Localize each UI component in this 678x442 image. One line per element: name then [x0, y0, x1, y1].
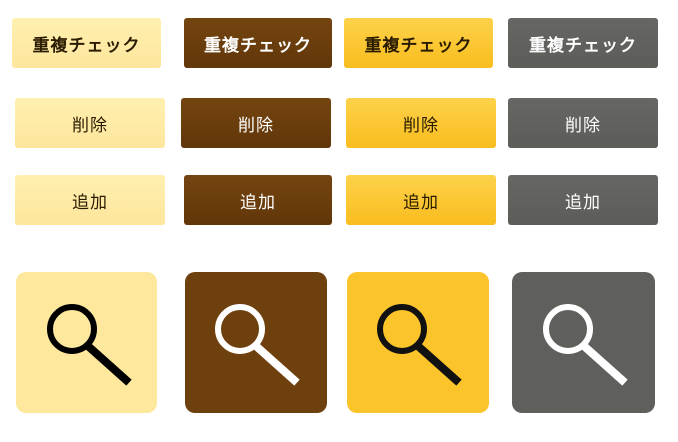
search-icon [543, 304, 628, 386]
delete-button-amber[interactable]: 削除 [346, 98, 496, 148]
search-icon [377, 304, 462, 386]
duplicate-check-button-amber[interactable]: 重複チェック [344, 18, 493, 68]
delete-button-gray[interactable]: 削除 [508, 98, 658, 148]
search-button-brown[interactable] [185, 272, 327, 413]
button-palette: 重複チェック 重複チェック 重複チェック 重複チェック 削除 削除 削除 削除 … [0, 0, 678, 442]
add-button-pale[interactable]: 追加 [15, 175, 165, 225]
duplicate-check-button-pale[interactable]: 重複チェック [12, 18, 161, 68]
duplicate-check-button-brown[interactable]: 重複チェック [184, 18, 332, 68]
search-button-pale[interactable] [16, 272, 157, 413]
search-icon [215, 304, 300, 386]
add-button-brown[interactable]: 追加 [184, 175, 332, 225]
search-button-amber[interactable] [347, 272, 489, 413]
search-button-gray[interactable] [512, 272, 655, 413]
add-button-gray[interactable]: 追加 [508, 175, 658, 225]
add-button-amber[interactable]: 追加 [346, 175, 496, 225]
delete-button-pale[interactable]: 削除 [15, 98, 165, 148]
delete-button-brown[interactable]: 削除 [181, 98, 331, 148]
duplicate-check-button-gray[interactable]: 重複チェック [508, 18, 658, 68]
search-icon [47, 304, 132, 386]
